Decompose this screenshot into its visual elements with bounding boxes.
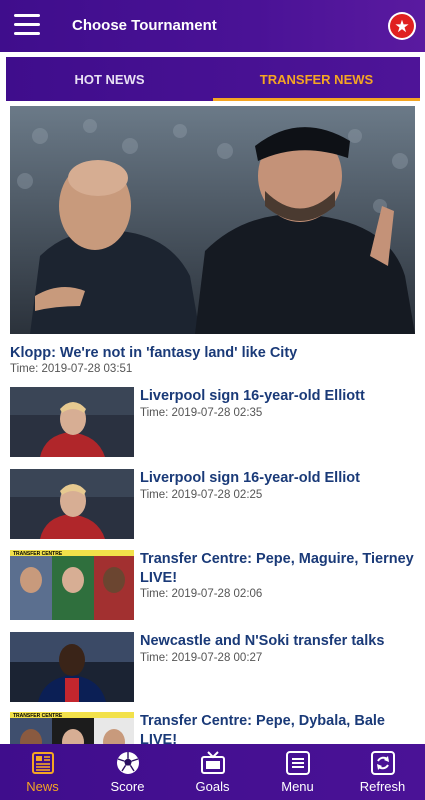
page-title[interactable]: Choose Tournament [72,17,217,34]
thumbnail-caption: TRANSFER CENTRE [13,551,63,557]
news-list[interactable]: Klopp: We're not in 'fantasy land' like … [0,102,425,744]
tabs-container: HOT NEWS TRANSFER NEWS [0,52,425,102]
featured-image [10,106,415,334]
article-thumbnail [10,387,134,457]
article-time: Time: 2019-07-28 02:06 [140,588,263,600]
featured-article[interactable]: Klopp: We're not in 'fantasy land' like … [10,106,415,375]
nav-goals[interactable]: Goals [170,744,255,800]
news-tabs: HOT NEWS TRANSFER NEWS [6,57,420,101]
nav-refresh[interactable]: Refresh [340,744,425,800]
star-icon: ★ [390,14,414,38]
bottom-navigation: News Score Goals Menu Refresh [0,744,425,800]
list-item[interactable]: TRANSFER CENTRE Transfer Centre: Pepe, D… [10,712,415,744]
list-item[interactable]: Liverpool sign 16-year-old Elliot Time: … [10,469,415,541]
tv-icon [200,751,225,774]
article-time: Time: 2019-07-28 02:35 [140,407,263,419]
nav-news-label: News [26,779,59,794]
article-thumbnail: TRANSFER CENTRE [10,712,134,744]
hamburger-menu-icon[interactable] [14,14,40,36]
nav-score[interactable]: Score [85,744,170,800]
featured-time: Time: 2019-07-28 03:51 [10,363,133,375]
nav-menu-label: Menu [281,779,314,794]
tab-hot-news[interactable]: HOT NEWS [6,57,213,101]
list-item[interactable]: Liverpool sign 16-year-old Elliott Time:… [10,387,415,459]
article-title[interactable]: Transfer Centre: Pepe, Maguire, Tierney … [140,550,415,588]
article-thumbnail: TRANSFER CENTRE [10,550,134,620]
list-menu-icon [285,751,310,775]
article-title[interactable]: Transfer Centre: Pepe, Dybala, Bale LIVE… [140,712,415,744]
nav-goals-label: Goals [195,779,230,794]
favorite-star-button[interactable]: ★ [388,12,416,40]
list-item[interactable]: TRANSFER CENTRE Transfer Centre: Pepe, M… [10,550,415,622]
refresh-icon [370,751,395,775]
nav-refresh-label: Refresh [359,779,406,794]
soccer-ball-icon [116,752,139,774]
article-title[interactable]: Newcastle and N'Soki transfer talks [140,632,415,651]
nav-news[interactable]: News [0,744,85,800]
featured-title[interactable]: Klopp: We're not in 'fantasy land' like … [10,345,415,361]
article-title[interactable]: Liverpool sign 16-year-old Elliott [140,387,415,406]
thumbnail-caption: TRANSFER CENTRE [13,713,63,719]
list-item[interactable]: Newcastle and N'Soki transfer talks Time… [10,632,415,704]
top-app-bar: Choose Tournament ★ [0,0,425,52]
article-title[interactable]: Liverpool sign 16-year-old Elliot [140,469,415,488]
newspaper-icon [31,752,54,774]
article-time: Time: 2019-07-28 02:25 [140,489,263,501]
tab-transfer-news[interactable]: TRANSFER NEWS [213,57,420,101]
article-thumbnail [10,632,134,702]
article-thumbnail [10,469,134,539]
article-time: Time: 2019-07-28 00:27 [140,652,263,664]
nav-menu[interactable]: Menu [255,744,340,800]
nav-score-label: Score [110,779,145,794]
